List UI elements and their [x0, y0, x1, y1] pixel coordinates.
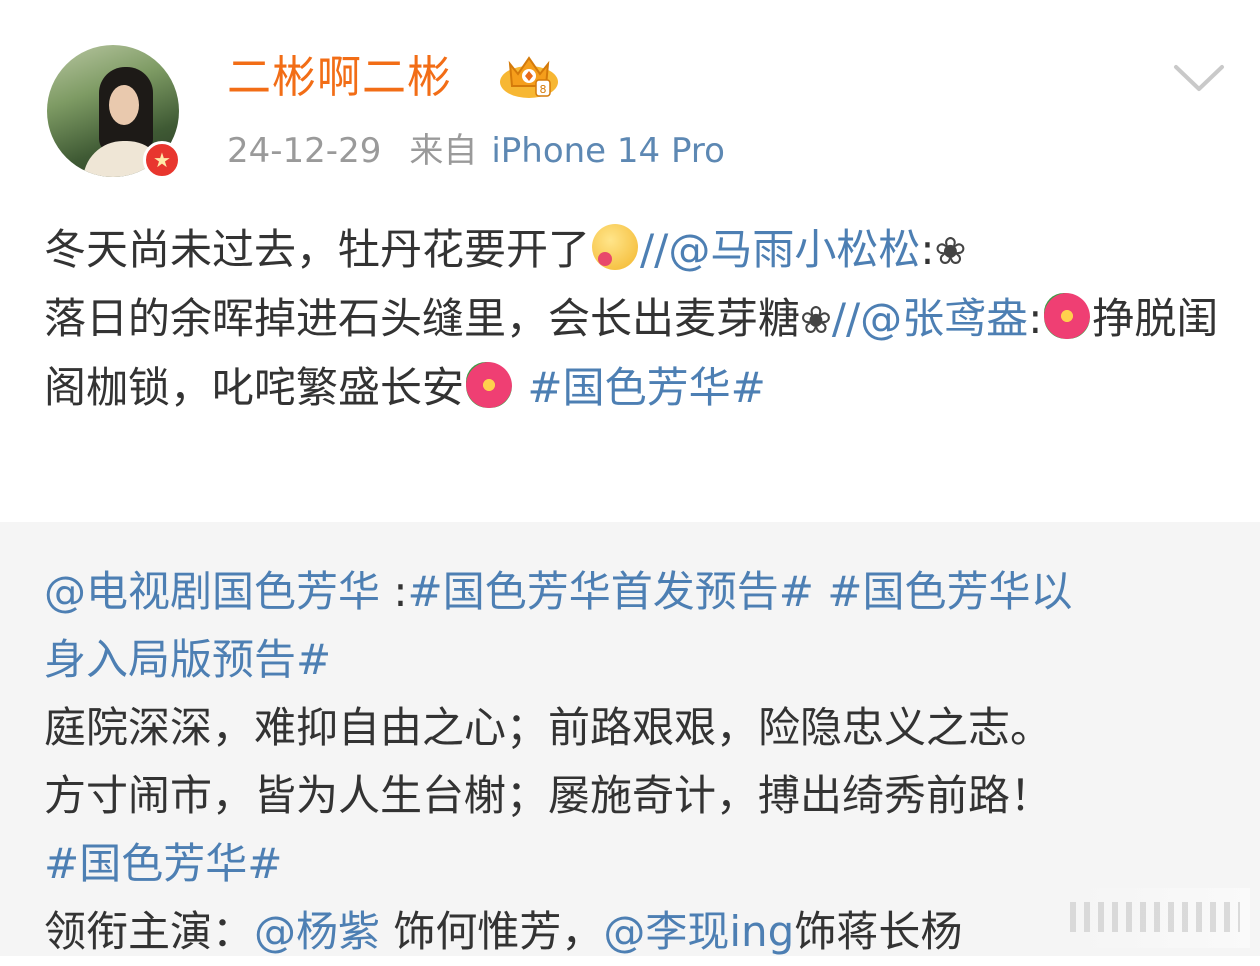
repost-line: 方寸闹市，皆为人生台榭；屡施奇计，搏出绮秀前路！	[44, 771, 1053, 820]
post-body: 冬天尚未过去，牡丹花要开了//@马雨小松松:❀ 落日的余晖掉进石头缝里，会长出麦…	[44, 216, 1224, 422]
blush-emoji-icon	[592, 224, 639, 270]
body-colon-1: :	[920, 225, 935, 274]
body-slashes-2: //	[831, 294, 861, 343]
flower-glyph-icon: ❀	[934, 229, 967, 273]
flower-glyph-icon: ❀	[800, 298, 832, 342]
verified-star-icon: ★	[143, 141, 181, 179]
repost-line: 庭院深深，难抑自由之心；前路艰艰，险隐忠义之志。	[44, 703, 1053, 752]
post-meta: 24-12-29 来自 iPhone 14 Pro	[227, 128, 725, 174]
body-text-2: 落日的余晖掉进石头缝里，会长出麦芽糖	[44, 294, 801, 343]
mention-link[interactable]: @张鸢盎	[860, 294, 1028, 343]
topic-link[interactable]: #国色芳华#	[527, 363, 765, 412]
topic-link[interactable]: 身入局版预告#	[44, 635, 331, 684]
avatar[interactable]: ★	[47, 45, 183, 181]
weibo-post: ★ 二彬啊二彬 8 24-12-29 来自 iPhone 14 Pro 冬天尚未过去…	[0, 0, 1260, 956]
mention-link[interactable]: @马雨小松松	[668, 225, 920, 274]
body-colon-2: :	[1028, 294, 1043, 343]
crown-badge-icon[interactable]: 8	[498, 52, 560, 100]
post-date: 24-12-29	[227, 131, 382, 171]
source-prefix: 来自	[409, 131, 478, 171]
repost-mention-link[interactable]: @电视剧国色芳华	[44, 567, 380, 616]
username[interactable]: 二彬啊二彬	[227, 48, 452, 108]
topic-link[interactable]: #国色芳华以	[827, 567, 1072, 616]
topic-link[interactable]: #国色芳华首发预告#	[408, 567, 814, 616]
hibiscus-emoji-icon	[466, 362, 513, 408]
body-slashes-1: //	[640, 225, 669, 274]
chevron-down-icon[interactable]	[1172, 62, 1226, 94]
cast-mention-link[interactable]: @杨紫	[254, 907, 380, 956]
repost-separator: :	[380, 567, 408, 616]
topic-link[interactable]: #国色芳华#	[44, 839, 282, 888]
hibiscus-emoji-icon	[1044, 293, 1091, 339]
cast-role: 饰何惟芳，	[380, 907, 604, 956]
cast-role: 饰蒋长杨	[794, 907, 963, 956]
svg-text:8: 8	[540, 83, 547, 96]
body-text-1: 冬天尚未过去，牡丹花要开了	[44, 225, 591, 274]
watermark	[1010, 888, 1250, 948]
source-device-link[interactable]: iPhone 14 Pro	[491, 131, 725, 171]
cast-mention-link[interactable]: @李现ing	[603, 907, 794, 956]
cast-label: 领衔主演：	[44, 907, 255, 956]
